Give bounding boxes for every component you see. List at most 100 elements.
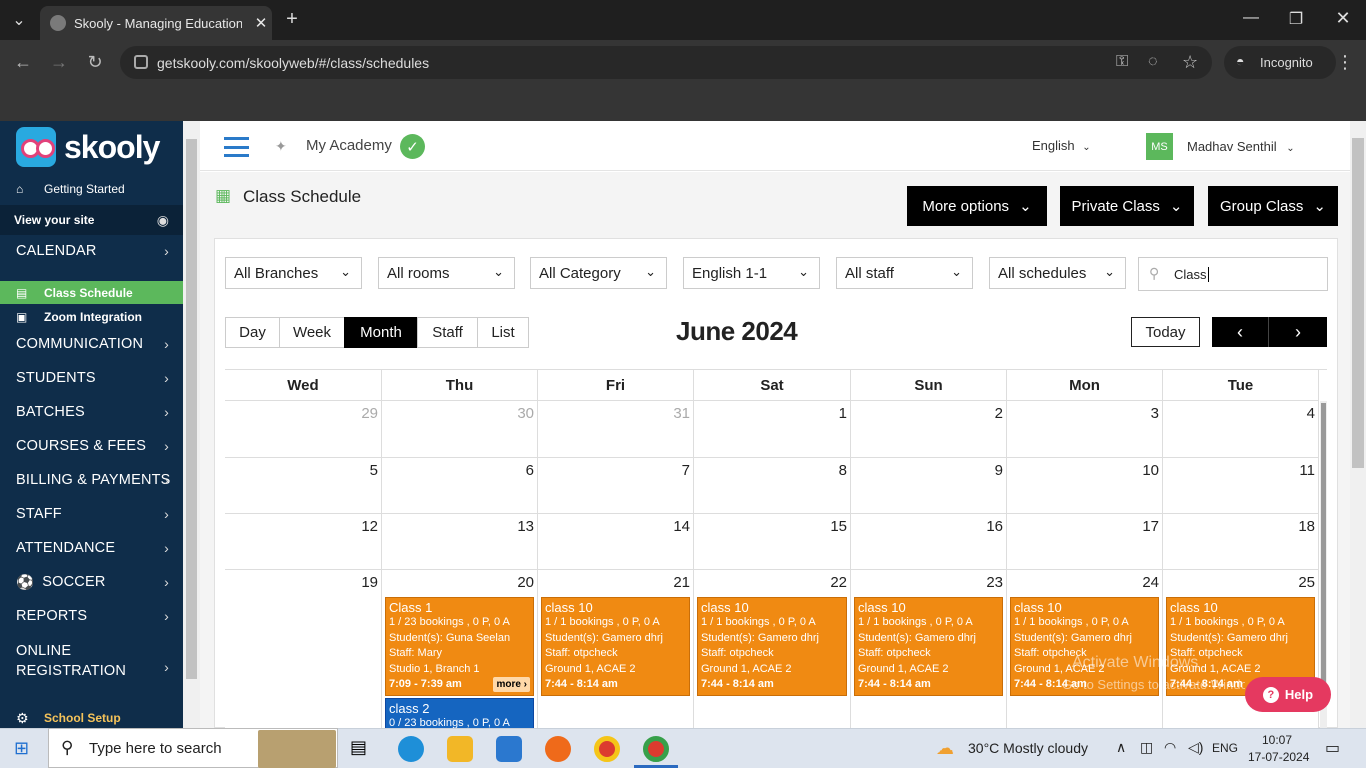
private-class-button[interactable]: Private Class ⌄ [1060, 186, 1194, 226]
day-number[interactable]: 29 [361, 405, 378, 422]
day-cell[interactable]: 9 [851, 458, 1007, 514]
page-scrollbar[interactable] [1350, 121, 1366, 728]
day-cell[interactable]: 15 [694, 514, 851, 570]
course-filter[interactable]: English 1-1 ⌄ [683, 257, 820, 289]
academy-name[interactable]: My Academy [306, 137, 392, 154]
help-button[interactable]: ? Help [1245, 677, 1331, 712]
view-day-button[interactable]: Day [225, 317, 280, 348]
day-number[interactable]: 19 [361, 574, 378, 591]
sidebar-item-view-site[interactable]: View your site ◉ [0, 205, 183, 235]
tab-search-icon[interactable]: ⌄ [8, 10, 30, 30]
scrollbar-thumb[interactable] [186, 139, 197, 679]
sidebar-item-school-setup[interactable]: ⚙ School Setup [0, 707, 183, 728]
view-week-button[interactable]: Week [279, 317, 345, 348]
day-number[interactable]: 5 [370, 462, 378, 479]
staff-filter[interactable]: All staff ⌄ [836, 257, 973, 289]
day-cell[interactable]: 16 [851, 514, 1007, 570]
notifications-icon[interactable]: ▭ [1325, 738, 1340, 758]
file-explorer-icon[interactable] [447, 736, 473, 762]
view-month-button[interactable]: Month [344, 317, 418, 348]
day-number[interactable]: 9 [995, 462, 1003, 479]
day-number[interactable]: 2 [995, 405, 1003, 422]
view-list-button[interactable]: List [477, 317, 529, 348]
sidebar-item-batches[interactable]: BATCHES › [0, 401, 183, 423]
day-cell[interactable]: 1 [694, 401, 851, 458]
day-number[interactable]: 25 [1298, 574, 1315, 591]
eye-slash-icon[interactable]: ◌ [1148, 53, 1158, 71]
day-number[interactable]: 15 [830, 518, 847, 535]
prev-month-icon[interactable]: ‹ [1212, 317, 1269, 347]
sidebar-item-online-registration[interactable]: ONLINE REGISTRATION › [0, 639, 183, 683]
more-events-link[interactable]: more › [493, 676, 530, 692]
maximize-icon[interactable]: ❐ [1285, 9, 1307, 29]
group-class-button[interactable]: Group Class ⌄ [1208, 186, 1338, 226]
menu-icon[interactable] [224, 137, 249, 157]
day-number[interactable]: 23 [986, 574, 1003, 591]
day-number[interactable]: 8 [839, 462, 847, 479]
firefox-icon[interactable] [545, 736, 571, 762]
day-number[interactable]: 14 [673, 518, 690, 535]
sidebar-item-getting-started[interactable]: ⌂ Getting Started [0, 177, 183, 201]
clock-date[interactable]: 17-07-2024 [1248, 750, 1309, 764]
day-number[interactable]: 12 [361, 518, 378, 535]
edge-icon[interactable] [398, 736, 424, 762]
skooly-logo[interactable]: skooly [16, 127, 160, 167]
forward-icon[interactable]: → [44, 52, 74, 73]
sidebar-item-students[interactable]: STUDENTS › [0, 367, 183, 389]
weather-cloud-icon[interactable]: ☁ [936, 738, 954, 759]
scrollbar-thumb[interactable] [1352, 138, 1364, 468]
tray-chevron-up-icon[interactable]: ∧ [1116, 739, 1126, 756]
day-cell[interactable]: 6 [382, 458, 538, 514]
day-cell[interactable]: 7 [538, 458, 694, 514]
new-tab-icon[interactable]: + [280, 8, 304, 31]
day-cell[interactable]: 18 [1163, 514, 1319, 570]
day-number[interactable]: 24 [1142, 574, 1159, 591]
wifi-icon[interactable]: ◠ [1164, 739, 1176, 756]
language-select[interactable]: English ⌄ [1032, 138, 1091, 153]
room-filter[interactable]: All rooms ⌄ [378, 257, 515, 289]
sidebar-item-attendance[interactable]: ATTENDANCE › [0, 537, 183, 559]
user-menu[interactable]: Madhav Senthil ⌄ [1187, 139, 1295, 154]
day-number[interactable]: 10 [1142, 462, 1159, 479]
day-cell[interactable]: 3 [1007, 401, 1163, 458]
day-number[interactable]: 1 [839, 405, 847, 422]
day-number[interactable]: 4 [1307, 405, 1315, 422]
address-bar[interactable]: getskooly.com/skoolyweb/#/class/schedule… [120, 46, 1212, 79]
day-cell[interactable]: 19 [225, 570, 382, 728]
search-highlight-image[interactable] [258, 730, 336, 768]
sidebar-item-calendar[interactable]: CALENDAR › [0, 243, 183, 259]
day-cell[interactable]: 13 [382, 514, 538, 570]
sidebar-item-courses-fees[interactable]: COURSES & FEES › [0, 435, 183, 457]
back-icon[interactable]: ← [8, 52, 38, 73]
calendar-event[interactable]: class 10 1 / 1 bookings , 0 P, 0 A Student… [854, 597, 1003, 696]
next-month-icon[interactable]: › [1269, 317, 1327, 347]
windows-start-icon[interactable]: ⊞ [14, 738, 29, 759]
calendar-event[interactable]: Class 11 / 23 bookings , 0 P, 0 A Student… [385, 597, 534, 696]
day-cell[interactable]: 12 [225, 514, 382, 570]
site-info-icon[interactable] [134, 55, 148, 69]
close-window-icon[interactable]: ✕ [1332, 8, 1354, 29]
day-number[interactable]: 30 [517, 405, 534, 422]
day-cell[interactable]: 2 [851, 401, 1007, 458]
sidebar-item-class-schedule[interactable]: ▤ Class Schedule [0, 281, 183, 304]
browser-tab[interactable]: Skooly - Managing Educational ✕ [40, 6, 272, 40]
volume-icon[interactable]: ◁) [1188, 739, 1203, 756]
branch-filter[interactable]: All Branches ⌄ [225, 257, 362, 289]
day-number[interactable]: 6 [526, 462, 534, 479]
calendar-event[interactable]: class 10 1 / 1 bookings , 0 P, 0 A Student… [541, 597, 690, 696]
meet-now-icon[interactable]: ◫ [1140, 739, 1153, 756]
day-number[interactable]: 22 [830, 574, 847, 591]
sidebar-item-staff[interactable]: STAFF › [0, 503, 183, 525]
category-filter[interactable]: All Category ⌄ [530, 257, 667, 289]
day-number[interactable]: 3 [1151, 405, 1159, 422]
minimize-icon[interactable]: — [1240, 9, 1262, 27]
day-number[interactable]: 31 [673, 405, 690, 422]
day-number[interactable]: 7 [682, 462, 690, 479]
mail-icon[interactable] [496, 736, 522, 762]
day-cell[interactable]: 30 [382, 401, 538, 458]
sidebar-scrollbar[interactable] [183, 121, 200, 728]
sidebar-item-billing[interactable]: BILLING & PAYMENTS › [0, 469, 183, 491]
sidebar-item-reports[interactable]: REPORTS › [0, 605, 183, 627]
day-cell[interactable]: 5 [225, 458, 382, 514]
clock-time[interactable]: 10:07 [1262, 733, 1292, 747]
